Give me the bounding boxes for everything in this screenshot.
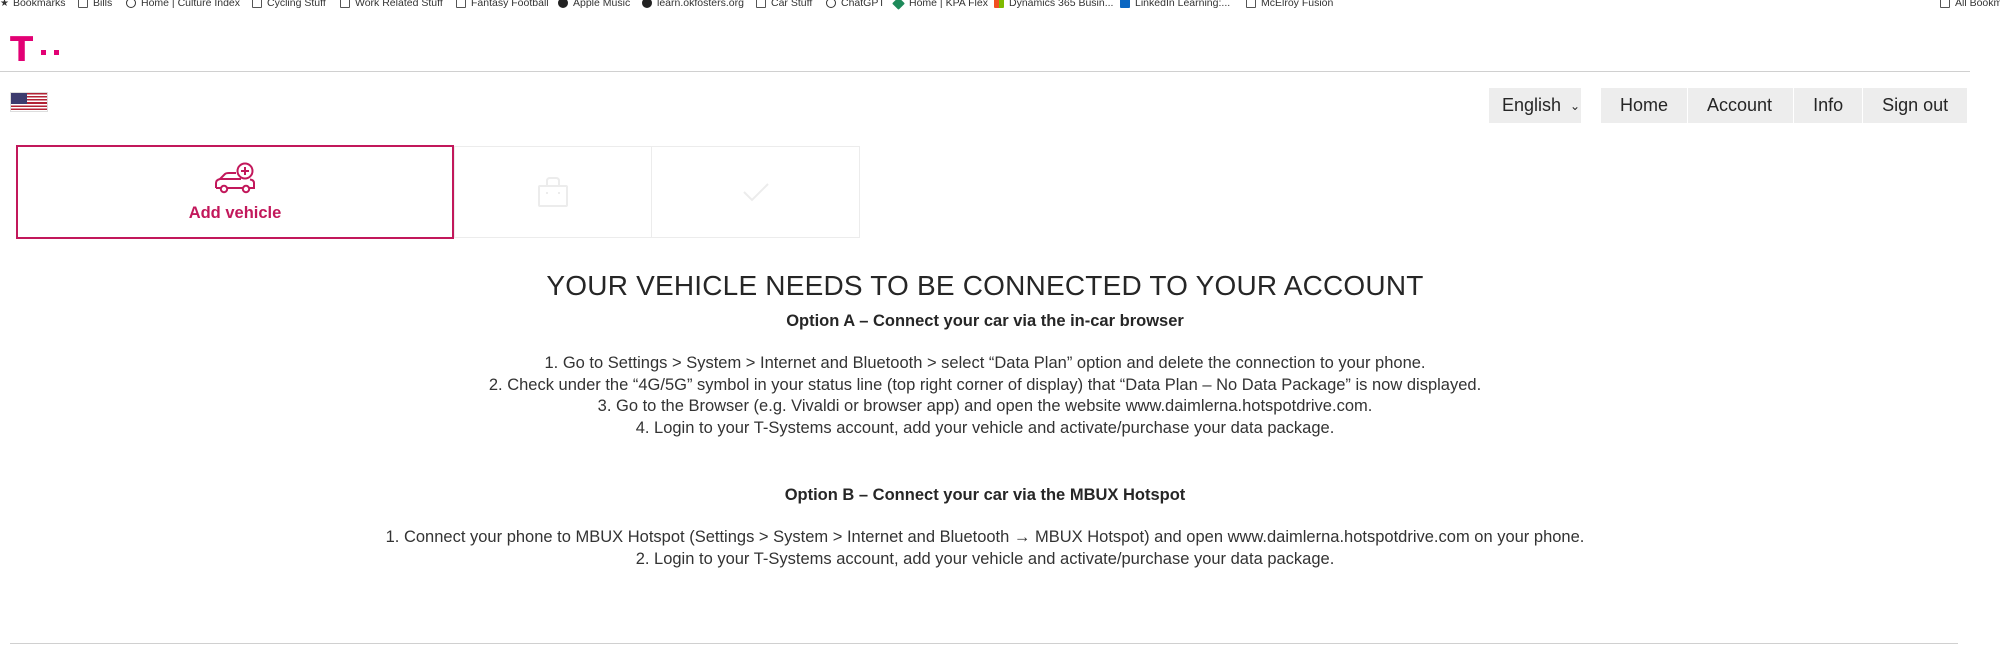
logo-bar: T — [0, 14, 1970, 72]
list-item: 1. Connect your phone to MBUX Hotspot (S… — [385, 528, 1585, 546]
globe-icon — [642, 0, 652, 8]
list-item: 3. Go to the Browser (e.g. Vivaldi or br… — [597, 397, 1373, 415]
bookmark-item[interactable]: Work Related Stuff — [340, 0, 443, 10]
star-icon: ★ — [0, 0, 9, 9]
bookmark-item[interactable]: Apple Music — [558, 0, 630, 10]
list-item: 2. Login to your T-Systems account, add … — [635, 549, 1335, 568]
page-title: YOUR VEHICLE NEEDS TO BE CONNECTED TO YO… — [546, 270, 1424, 301]
folder-icon — [252, 0, 262, 8]
bookmark-item[interactable]: Home | Culture Index — [126, 0, 240, 10]
car-add-icon — [215, 162, 255, 193]
nav-home[interactable]: Home — [1601, 88, 1689, 123]
option-b-steps: 1. Connect your phone to MBUX Hotspot (S… — [0, 527, 1970, 570]
main-content: YOUR VEHICLE NEEDS TO BE CONNECTED TO YO… — [0, 268, 1970, 570]
option-a-title: Option A – Connect your car via the in-c… — [786, 312, 1184, 330]
nav-info[interactable]: Info — [1794, 88, 1864, 123]
logo-dot — [41, 50, 47, 55]
bookmark-item[interactable]: Fantasy Football — [456, 0, 549, 10]
bookmark-item[interactable]: All Bookm — [1940, 0, 2000, 10]
ring-icon — [826, 0, 836, 8]
us-flag-icon[interactable] — [10, 92, 48, 112]
step-done — [651, 146, 860, 238]
folder-icon — [456, 0, 466, 8]
bookmark-item[interactable]: Bills — [78, 0, 112, 10]
folder-icon — [1246, 0, 1256, 8]
shopping-bag-icon — [538, 177, 568, 207]
nav-account[interactable]: Account — [1688, 88, 1795, 123]
folder-icon — [78, 0, 88, 8]
logo-t: T — [10, 30, 34, 70]
bookmark-item[interactable]: McElroy Fusion — [1246, 0, 1333, 10]
step-add-vehicle[interactable]: Add vehicle — [16, 145, 454, 239]
folder-icon — [340, 0, 350, 8]
flag-canton — [11, 93, 27, 104]
nav-sign-out[interactable]: Sign out — [1863, 88, 1967, 123]
bookmark-item[interactable]: ★ Bookmarks — [0, 0, 65, 10]
telekom-logo[interactable]: T — [10, 30, 60, 70]
globe-icon — [558, 0, 568, 8]
list-item: 1. Go to Settings > System > Internet an… — [544, 354, 1426, 372]
checkmark-icon — [742, 183, 769, 202]
step-purchase — [454, 146, 652, 238]
language-select[interactable]: English ⌄ — [1489, 88, 1581, 123]
bookmark-item[interactable]: learn.okfosters.org — [642, 0, 744, 10]
option-a-steps: 1. Go to Settings > System > Internet an… — [0, 353, 1970, 439]
linkedin-icon — [1120, 0, 1130, 8]
list-item: 2. Check under the “4G/5G” symbol in you… — [488, 375, 1482, 394]
bookmark-item[interactable]: ChatGPT — [826, 0, 885, 10]
bookmarks-bar: ★ Bookmarks Bills Home | Culture Index Cy… — [0, 0, 2000, 14]
option-b-title: Option B – Connect your car via the MBUX… — [784, 486, 1186, 504]
main-nav: Home Account Info Sign out — [1601, 88, 1968, 123]
folder-icon — [1940, 0, 1950, 8]
bottom-divider — [10, 643, 1958, 644]
ring-icon — [126, 0, 136, 8]
language-selected: English — [1502, 95, 1562, 115]
bookmark-item[interactable]: LinkedIn Learning:... — [1120, 0, 1230, 10]
grid-icon — [994, 0, 1004, 8]
bookmark-item[interactable]: Home | KPA Flex — [892, 0, 988, 10]
chevron-down-icon: ⌄ — [1570, 99, 1581, 113]
bookmark-item[interactable]: Cycling Stuff — [252, 0, 326, 10]
folder-icon — [756, 0, 766, 8]
list-item: 4. Login to your T-Systems account, add … — [635, 418, 1335, 437]
bookmark-item[interactable]: Dynamics 365 Busin... — [994, 0, 1113, 10]
logo-dot — [54, 50, 60, 55]
step-label: Add vehicle — [188, 203, 282, 222]
bookmark-item[interactable]: Car Stuff — [756, 0, 812, 10]
diamond-icon — [892, 0, 905, 10]
